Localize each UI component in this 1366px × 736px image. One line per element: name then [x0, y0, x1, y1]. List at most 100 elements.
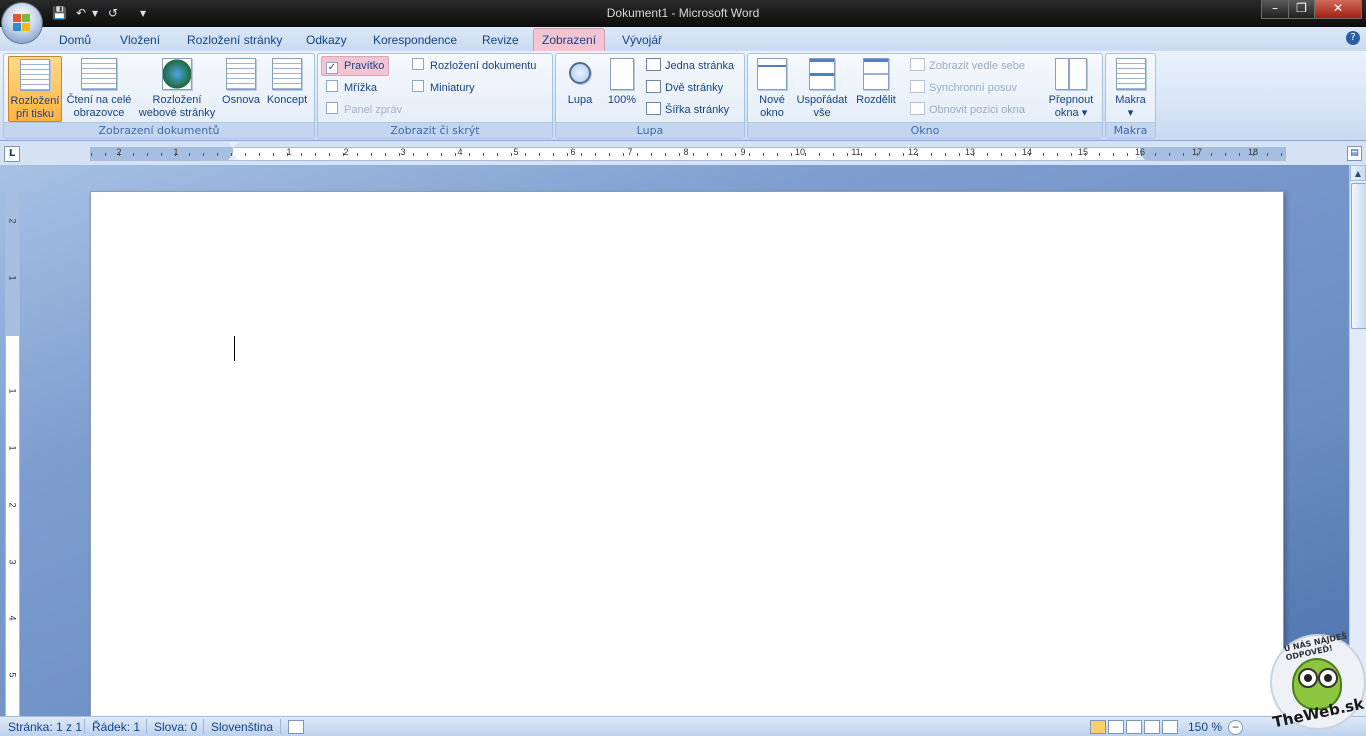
tab-references[interactable]: Odkazy — [298, 29, 355, 51]
draft-button[interactable]: Koncept — [264, 56, 310, 120]
macros-button[interactable]: Makra ▾ — [1108, 56, 1153, 120]
gridlines-checkbox[interactable]: Mřížka — [326, 79, 377, 97]
vertical-ruler-number: 1 — [7, 275, 18, 281]
help-icon[interactable]: ? — [1346, 31, 1360, 45]
ruler-tick — [595, 153, 596, 156]
scrollbar-thumb[interactable] — [1351, 183, 1366, 329]
ruler-tick — [329, 153, 330, 156]
reset-window-position-button[interactable]: Obnovit pozici okna — [910, 101, 1025, 119]
one-page-icon — [646, 58, 661, 71]
tab-page-layout[interactable]: Rozložení stránky — [179, 29, 290, 51]
vertical-ruler-number: 5 — [7, 672, 18, 678]
ruler-tick — [1183, 153, 1184, 156]
tab-insert[interactable]: Vložení — [112, 29, 168, 51]
print-layout-view-icon[interactable] — [1090, 720, 1106, 734]
full-screen-reading-icon — [81, 58, 117, 90]
page-width-button[interactable]: Šířka stránky — [646, 101, 729, 119]
save-icon[interactable]: 💾 — [52, 5, 67, 21]
ruler-tick — [175, 153, 176, 156]
hanging-indent-marker[interactable] — [228, 154, 238, 160]
language-status[interactable]: Slovenština — [211, 720, 273, 734]
split-button[interactable]: Rozdělit — [852, 56, 900, 120]
ruler-tick — [525, 153, 526, 156]
one-page-button[interactable]: Jedna stránka — [646, 57, 734, 75]
tab-selector-button[interactable]: L — [4, 146, 20, 162]
ruler-tick — [133, 153, 134, 156]
undo-dropdown-icon[interactable]: ▾ — [92, 5, 98, 21]
message-bar-checkbox[interactable]: Panel zpráv — [326, 101, 402, 119]
ruler-tick — [147, 153, 148, 156]
thumbnails-label: Miniatury — [430, 82, 475, 94]
arrange-all-icon — [809, 58, 835, 90]
customize-qat-icon[interactable]: ▾ — [140, 5, 146, 21]
tab-view[interactable]: Zobrazení — [533, 28, 606, 51]
arrange-all-button[interactable]: Uspořádat vše — [794, 56, 850, 120]
ruler-tick — [91, 153, 92, 156]
thumbnails-checkbox[interactable]: Miniatury — [412, 79, 475, 97]
view-ruler-icon[interactable]: ▤ — [1347, 146, 1362, 161]
horizontal-ruler[interactable]: 2 1 1 2 3 4 5 6 7 8 9 10 11 12 13 14 15 … — [90, 142, 1286, 161]
status-divider — [146, 719, 147, 734]
switch-windows-label-2: okna ▾ — [1054, 107, 1088, 119]
document-map-checkbox[interactable]: Rozložení dokumentu — [412, 57, 536, 75]
message-bar-box-icon — [326, 102, 338, 114]
magnifier-icon — [569, 62, 591, 84]
new-window-button[interactable]: Nové okno — [752, 56, 792, 120]
two-pages-button[interactable]: Dvě stránky — [646, 79, 723, 97]
full-screen-view-icon[interactable] — [1108, 720, 1124, 734]
ruler-tick — [301, 153, 302, 156]
outline-view-icon[interactable] — [1144, 720, 1160, 734]
tab-home[interactable]: Domů — [51, 29, 99, 51]
ruler-tick — [357, 153, 358, 156]
ruler-tick — [1001, 153, 1002, 156]
vertical-ruler[interactable]: 2 1 1 1 2 3 4 5 — [5, 191, 20, 716]
word-count-status[interactable]: Slova: 0 — [154, 720, 197, 734]
draft-label: Koncept — [266, 94, 308, 106]
undo-icon[interactable]: ↶ — [76, 5, 86, 21]
draft-icon — [272, 58, 302, 90]
window-title: Dokument1 - Microsoft Word — [606, 6, 760, 20]
minimize-button[interactable]: – — [1261, 0, 1289, 19]
first-line-indent-marker[interactable] — [228, 142, 238, 148]
zoom-level-status[interactable]: 150 % — [1188, 720, 1222, 734]
web-layout-view-icon[interactable] — [1126, 720, 1142, 734]
ruler-tick — [1169, 153, 1170, 156]
right-indent-marker[interactable] — [1135, 154, 1145, 160]
vertical-ruler-number: 2 — [7, 218, 18, 224]
office-button[interactable] — [2, 3, 42, 43]
zoom-100-button[interactable]: 100% — [602, 56, 642, 120]
outline-button[interactable]: Osnova — [220, 56, 262, 120]
web-layout-button[interactable]: Rozložení webové stránky — [135, 56, 219, 120]
tab-mailings[interactable]: Korespondence — [365, 29, 465, 51]
macro-recording-icon[interactable] — [288, 720, 304, 734]
switch-windows-label-1: Přepnout — [1048, 94, 1094, 106]
ruler-tick — [119, 153, 120, 156]
full-screen-reading-button[interactable]: Čtení na celé obrazovce — [64, 56, 134, 120]
print-layout-button[interactable]: Rozložení při tisku — [8, 56, 62, 122]
draft-view-icon[interactable] — [1162, 720, 1178, 734]
zoom-out-icon[interactable]: − — [1228, 720, 1243, 735]
close-button[interactable]: ✕ — [1314, 0, 1362, 19]
redo-icon[interactable]: ↺ — [108, 5, 118, 21]
page-count-status[interactable]: Stránka: 1 z 1 — [8, 720, 82, 734]
tab-review[interactable]: Revize — [474, 29, 527, 51]
synchronous-scrolling-button[interactable]: Synchronní posuv — [910, 79, 1017, 97]
ruler-tick — [315, 153, 316, 156]
ruler-number: 4 — [457, 147, 463, 157]
ruler-checkbox[interactable]: ✓ Pravítko — [321, 56, 390, 76]
view-side-by-side-button[interactable]: Zobrazit vedle sebe — [910, 57, 1025, 75]
line-number-status[interactable]: Řádek: 1 — [92, 720, 140, 734]
full-screen-label-1: Čtení na celé — [66, 94, 132, 106]
ruler-number: 12 — [907, 147, 918, 157]
ruler-number: 1 — [286, 147, 292, 157]
tab-developer[interactable]: Vývojář — [614, 29, 670, 51]
restore-button[interactable]: ❐ — [1288, 0, 1315, 19]
switch-windows-button[interactable]: Přepnout okna ▾ — [1044, 56, 1098, 120]
ruler-tick — [469, 153, 470, 156]
scroll-up-arrow-icon[interactable]: ▲ — [1350, 165, 1366, 181]
ruler-label: Pravítko — [344, 60, 385, 72]
text-cursor — [234, 336, 235, 361]
document-page[interactable] — [90, 191, 1284, 716]
status-divider — [84, 719, 85, 734]
zoom-button[interactable]: Lupa — [560, 56, 600, 120]
